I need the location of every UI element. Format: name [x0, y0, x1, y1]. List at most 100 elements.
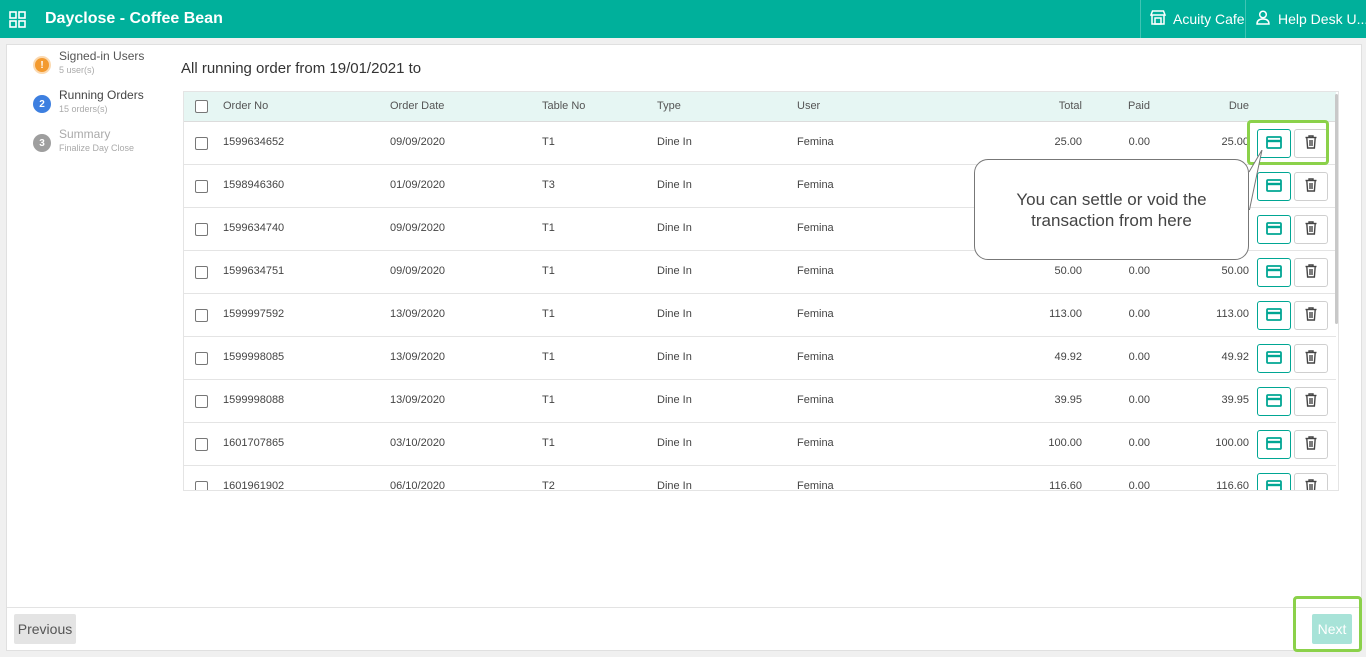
table-cell: T1 [542, 351, 555, 363]
table-cell: Femina [797, 136, 834, 148]
user-menu[interactable]: Help Desk U... [1247, 0, 1366, 38]
table-cell: Femina [797, 480, 834, 491]
row-checkbox[interactable] [195, 438, 208, 451]
table-cell: 1599998085 [223, 351, 285, 363]
void-button[interactable] [1294, 473, 1328, 490]
step-number: 2 [33, 95, 51, 113]
row-checkbox[interactable] [195, 223, 208, 236]
table-row: 1601707865 03/10/2020 T1 Dine In Femina 100.0… [184, 423, 1336, 466]
table-cell: Femina [797, 437, 834, 449]
void-button[interactable] [1294, 172, 1328, 201]
column-header: Order No [223, 100, 269, 112]
trash-icon [1305, 307, 1317, 324]
table-cell: 50.00 [1221, 265, 1249, 277]
table-cell: Dine In [657, 179, 692, 191]
row-checkbox[interactable] [195, 266, 208, 279]
credit-card-icon [1266, 479, 1282, 490]
top-bar: Dayclose - Coffee Bean Acuity Cafe Help … [0, 0, 1366, 38]
column-header: Table No [542, 100, 586, 112]
row-checkbox[interactable] [195, 309, 208, 322]
table-cell: 06/10/2020 [390, 480, 446, 491]
table-cell: Dine In [657, 437, 692, 449]
table-cell: 03/10/2020 [390, 437, 446, 449]
table-cell: 0.00 [1128, 437, 1150, 449]
table-cell: 50.00 [1054, 265, 1082, 277]
row-checkbox[interactable] [195, 395, 208, 408]
table-cell: 0.00 [1128, 394, 1150, 406]
previous-button[interactable]: Previous [14, 614, 76, 644]
table-cell: T1 [542, 136, 555, 148]
trash-icon [1305, 436, 1317, 453]
table-cell: 1599634751 [223, 265, 285, 277]
void-button[interactable] [1294, 344, 1328, 373]
select-all-checkbox[interactable] [195, 100, 208, 113]
table-cell: Femina [797, 394, 834, 406]
settle-button[interactable] [1257, 387, 1291, 416]
void-button[interactable] [1294, 215, 1328, 244]
orders-table: Order No Order Date Table No Type User T… [183, 91, 1339, 491]
table-scrollbar[interactable] [1335, 94, 1338, 324]
table-cell: T2 [542, 480, 555, 491]
row-checkbox[interactable] [195, 137, 208, 150]
step-number: 3 [33, 134, 51, 152]
table-cell: Femina [797, 308, 834, 320]
settle-button[interactable] [1257, 215, 1291, 244]
app-title: Dayclose - Coffee Bean [45, 10, 223, 27]
step-label: Signed-in Users [59, 49, 145, 63]
table-header: Order No Order Date Table No Type User T… [184, 92, 1336, 122]
table-cell: 09/09/2020 [390, 265, 446, 277]
table-cell: 39.95 [1221, 394, 1249, 406]
step-sublabel: 15 orders(s) [59, 104, 108, 114]
trash-icon [1305, 393, 1317, 410]
settle-button[interactable] [1257, 258, 1291, 287]
table-cell: 0.00 [1128, 480, 1150, 491]
table-cell: 1601707865 [223, 437, 285, 449]
table-row: 1599997592 13/09/2020 T1 Dine In Femina 113.0… [184, 294, 1336, 337]
main-panel: ! Signed-in Users 5 user(s) 2 Running Or… [6, 44, 1362, 651]
row-checkbox[interactable] [195, 180, 208, 193]
table-cell: 113.00 [1216, 308, 1249, 320]
settle-button[interactable] [1257, 430, 1291, 459]
table-cell: Dine In [657, 351, 692, 363]
store-name: Acuity Cafe [1173, 11, 1245, 27]
settle-button[interactable] [1257, 301, 1291, 330]
table-cell: Femina [797, 265, 834, 277]
table-cell: 0.00 [1128, 351, 1150, 363]
row-checkbox[interactable] [195, 481, 208, 490]
table-cell: 13/09/2020 [390, 351, 446, 363]
void-button[interactable] [1294, 301, 1328, 330]
trash-icon [1305, 221, 1317, 238]
table-cell: 39.95 [1054, 394, 1082, 406]
table-cell: Dine In [657, 265, 692, 277]
settle-button[interactable] [1257, 473, 1291, 490]
table-cell: Femina [797, 179, 834, 191]
table-cell: T1 [542, 437, 555, 449]
store-selector[interactable]: Acuity Cafe [1140, 0, 1246, 38]
table-cell: 49.92 [1221, 351, 1249, 363]
table-cell: 49.92 [1054, 351, 1082, 363]
void-button[interactable] [1294, 258, 1328, 287]
table-cell: Femina [797, 351, 834, 363]
table-cell: 13/09/2020 [390, 308, 446, 320]
column-header: Order Date [390, 100, 445, 112]
column-header: Due [1228, 100, 1249, 112]
credit-card-icon [1266, 350, 1282, 367]
table-cell: 116.60 [1049, 480, 1082, 491]
void-button[interactable] [1294, 387, 1328, 416]
table-cell: 13/09/2020 [390, 394, 446, 406]
settle-button[interactable] [1257, 344, 1291, 373]
trash-icon [1305, 479, 1317, 490]
step-sublabel: 5 user(s) [59, 65, 95, 75]
credit-card-icon [1266, 221, 1282, 238]
column-header: Type [657, 100, 681, 112]
step-sublabel: Finalize Day Close [59, 143, 135, 153]
table-cell: T1 [542, 222, 555, 234]
row-checkbox[interactable] [195, 352, 208, 365]
table-cell: 1599998088 [223, 394, 285, 406]
grid-icon[interactable] [9, 11, 26, 28]
void-button[interactable] [1294, 430, 1328, 459]
step-label: Summary [59, 127, 111, 141]
table-cell: 1599997592 [223, 308, 285, 320]
table-cell: T1 [542, 308, 555, 320]
table-cell: 113.00 [1049, 308, 1082, 320]
